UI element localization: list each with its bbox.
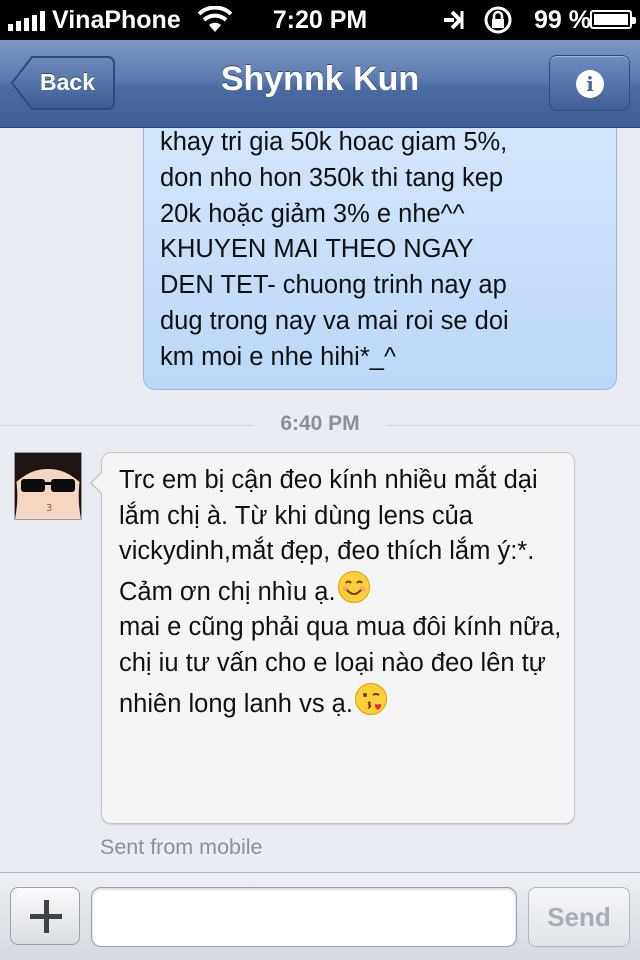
- sent-from-label: Sent from mobile: [100, 835, 263, 859]
- status-icons: [442, 6, 522, 43]
- incoming-message-text: Trc em bị cận đeo kính nhiều mắt dại lắm…: [119, 463, 564, 722]
- call-forward-icon: [444, 10, 464, 30]
- add-attachment-button[interactable]: [10, 887, 80, 945]
- smiling-face-emoji-icon: [337, 570, 370, 603]
- face-throwing-kiss-emoji-icon: [354, 682, 387, 715]
- back-button-label: Back: [40, 69, 95, 95]
- incoming-message-paragraph: Trc em bị cận đeo kính nhiều mắt dại lắm…: [119, 466, 538, 606]
- status-bar: VinaPhone 7:20 PM 99 %: [0, 0, 640, 40]
- info-button[interactable]: i: [549, 55, 630, 111]
- outgoing-message-text: khay tri gia 50k hoac giam 5%, don nho h…: [160, 128, 509, 371]
- svg-text:3: 3: [46, 503, 52, 514]
- back-button[interactable]: Back: [10, 55, 116, 111]
- outgoing-message-bubble: khay tri gia 50k hoac giam 5%, don nho h…: [143, 128, 617, 390]
- message-thread[interactable]: khay tri gia 50k hoac giam 5%, don nho h…: [0, 128, 640, 872]
- time-divider: 6:40 PM: [0, 408, 640, 442]
- avatar[interactable]: 3: [14, 452, 82, 520]
- rotation-lock-icon: [484, 6, 512, 34]
- battery-level: [594, 14, 628, 25]
- info-icon: i: [576, 70, 604, 98]
- compose-bar: Send: [0, 872, 640, 960]
- conversation-title: Shynnk Kun: [220, 60, 420, 98]
- time-divider-label: 6:40 PM: [280, 412, 360, 435]
- incoming-message-paragraph: mai e cũng phải qua mua đôi kính nữa, ch…: [119, 613, 562, 718]
- battery-icon: [590, 10, 636, 29]
- incoming-message-bubble: Trc em bị cận đeo kính nhiều mắt dại lắm…: [90, 452, 575, 824]
- navigation-bar: Back Shynnk Kun i: [0, 40, 640, 128]
- message-input[interactable]: [91, 887, 517, 947]
- send-button[interactable]: Send: [528, 887, 630, 947]
- battery-percent: 99 %: [534, 6, 591, 34]
